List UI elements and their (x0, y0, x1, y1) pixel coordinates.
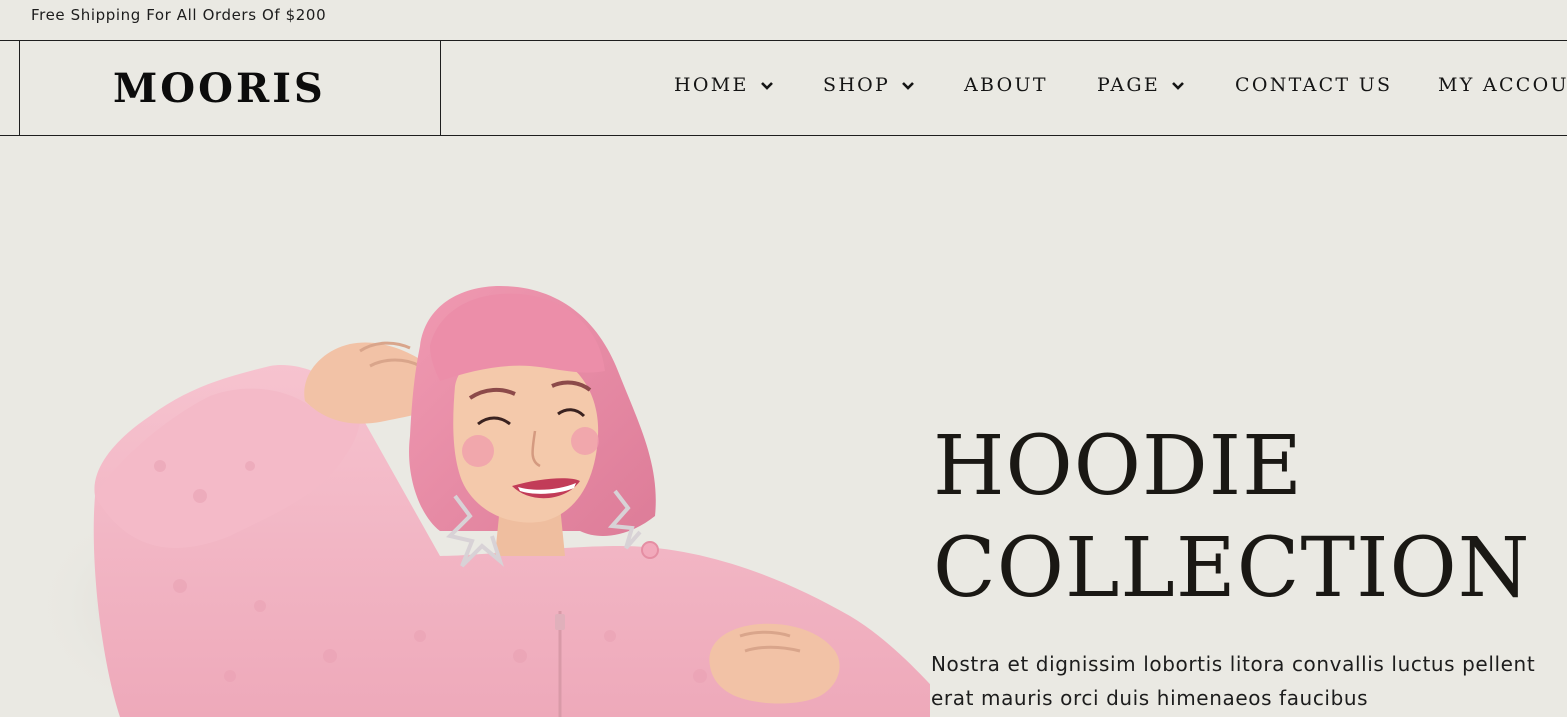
hero-description-line-2: erat mauris orci duis himenaeos faucibus (931, 686, 1369, 710)
hero-title-line-1: HOODIE (933, 419, 1303, 514)
hero-banner: HOODIE COLLECTION Nostra et dignissim lo… (0, 136, 1567, 717)
hero-model-image (30, 286, 930, 717)
announcement-bar: Free Shipping For All Orders Of $200 (0, 0, 1567, 40)
hero-description: Nostra et dignissim lobortis litora conv… (931, 647, 1567, 715)
nav-item-page[interactable]: PAGE (1097, 76, 1185, 95)
nav-item-shop[interactable]: SHOP (823, 76, 915, 95)
nav-item-label: SHOP (823, 74, 891, 96)
nav-item-about[interactable]: ABOUT (964, 76, 1048, 95)
nav-item-label: MY ACCOU (1438, 74, 1567, 96)
free-shipping-text: Free Shipping For All Orders Of $200 (31, 6, 327, 24)
chevron-down-icon (902, 81, 915, 90)
nav-item-my-account[interactable]: MY ACCOU (1438, 76, 1567, 95)
nav-item-home[interactable]: HOME (674, 76, 774, 95)
nav-item-label: CONTACT US (1235, 74, 1393, 96)
chevron-down-icon (1172, 81, 1184, 90)
chevron-down-icon (760, 81, 773, 90)
hero-title-line-2: COLLECTION (933, 521, 1531, 616)
hero-title: HOODIE COLLECTION (933, 416, 1531, 620)
site-header: MOORIS HOME SHOP ABOUT PAGE CONTACT US M… (0, 40, 1567, 136)
nav-item-label: ABOUT (964, 74, 1048, 96)
nav-item-label: HOME (674, 74, 749, 96)
nav-item-label: PAGE (1097, 74, 1161, 96)
main-nav: HOME SHOP ABOUT PAGE CONTACT US MY ACCOU (0, 41, 1567, 135)
hero-description-line-1: Nostra et dignissim lobortis litora conv… (931, 652, 1536, 676)
nav-item-contact-us[interactable]: CONTACT US (1235, 76, 1392, 95)
